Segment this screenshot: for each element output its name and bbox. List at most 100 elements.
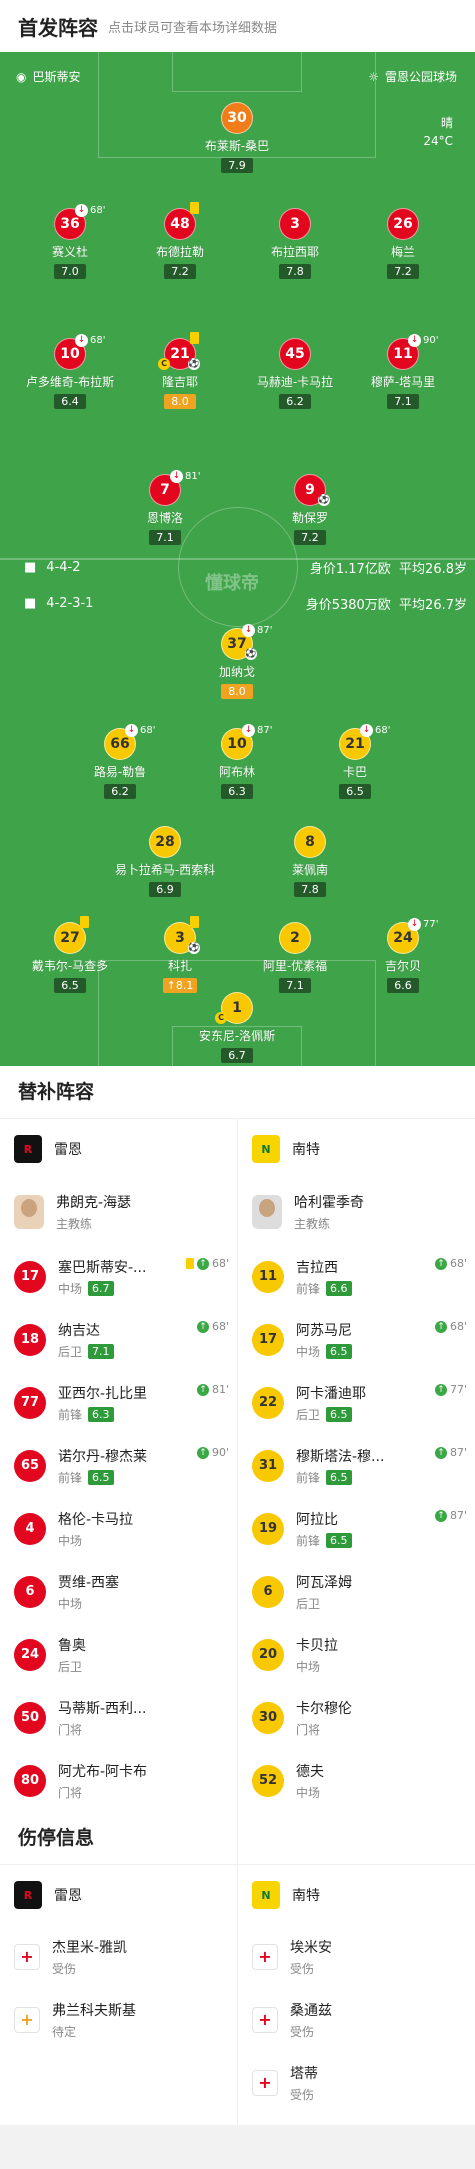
player-home[interactable]: 30 布莱斯-桑巴 7.9 xyxy=(172,102,302,173)
yellow-card-icon xyxy=(190,202,199,214)
injury-row[interactable]: + 杰里米-雅凯 受伤 xyxy=(0,1925,237,1988)
injury-row[interactable]: + 埃米安 受伤 xyxy=(238,1925,475,1988)
sub-out-icon: ↓ xyxy=(125,724,138,737)
sub-event-time: 87' xyxy=(449,1446,467,1459)
sub-player-row[interactable]: 31 穆斯塔法-穆... 前锋 6.5 ↑ 87' xyxy=(238,1434,475,1497)
sub-player-position-row: 中场 xyxy=(296,1784,324,1801)
player-home[interactable]: 48 布德拉勒 7.2 xyxy=(115,202,245,279)
player-away[interactable]: 66 ↓ 68' 路易-勒鲁 6.2 xyxy=(55,724,185,799)
sub-player-row[interactable]: 50 马蒂斯-西利... 门将 xyxy=(0,1686,237,1749)
sub-event-time: 90' xyxy=(211,1446,229,1459)
sub-player-row[interactable]: 18 纳吉达 后卫 7.1 ↑ 68' xyxy=(0,1308,237,1371)
injured-player-name: 弗兰科夫斯基 xyxy=(52,2002,136,2019)
home-coach-row[interactable]: 弗朗克-海瑟 主教练 xyxy=(0,1179,237,1245)
sub-player-row[interactable]: 11 吉拉西 前锋 6.6 ↑ 68' xyxy=(238,1245,475,1308)
player-circle: 37 ↓ 87' ⚽ xyxy=(221,624,272,660)
injury-row[interactable]: + 桑通兹 受伤 xyxy=(238,1988,475,2051)
player-away[interactable]: 37 ↓ 87' ⚽ 加纳戈 8.0 xyxy=(172,624,302,699)
away-team-row: N 南特 xyxy=(238,1119,475,1179)
injured-player-name: 杰里米-雅凯 xyxy=(52,1939,128,1956)
sub-player-row[interactable]: 6 阿瓦泽姆 后卫 xyxy=(238,1560,475,1623)
home-team-name: 巴斯蒂安 xyxy=(32,70,81,84)
player-away[interactable]: 3 ⚽ 科扎 ↑8.1 xyxy=(115,916,245,993)
injury-row[interactable]: + 弗兰科夫斯基 待定 xyxy=(0,1988,237,2051)
player-name: 布莱斯-桑巴 xyxy=(204,139,270,153)
sub-player-row[interactable]: 80 阿尤布-阿卡布 门将 xyxy=(0,1749,237,1812)
player-home[interactable]: 7 ↓ 81' 恩博洛 7.1 xyxy=(100,470,230,545)
sub-player-position-row: 中场 xyxy=(58,1532,133,1549)
sub-player-row[interactable]: 17 塞巴斯蒂安-... 中场 6.7 ↑ 68' xyxy=(0,1245,237,1308)
player-away[interactable]: 21 ↓ 68' 卡巴 6.5 xyxy=(290,724,420,799)
player-away[interactable]: 24 ↓ 77' 吉尔贝 6.6 xyxy=(338,918,468,993)
injury-row[interactable]: + 塔蒂 受伤 xyxy=(238,2051,475,2114)
sub-out-icon: ↓ xyxy=(242,624,255,637)
player-name: 路易-勒鲁 xyxy=(93,765,147,779)
away-coach-row[interactable]: 哈利霍季奇 主教练 xyxy=(238,1179,475,1245)
captain-icon: C xyxy=(158,358,170,370)
player-away[interactable]: 10 ↓ 87' 阿布林 6.3 xyxy=(172,724,302,799)
sub-player-row[interactable]: 24 鲁奥 后卫 xyxy=(0,1623,237,1686)
away-value: 身价5380万欧 xyxy=(305,598,391,613)
sub-player-number: 6 xyxy=(14,1575,46,1608)
sub-player-row[interactable]: 20 卡贝拉 中场 xyxy=(238,1623,475,1686)
injury-title: 伤停信息 xyxy=(18,1827,95,1849)
player-rating: 8.0 xyxy=(164,394,196,409)
sub-in-icon: ↑ xyxy=(434,1446,447,1459)
sub-player-row[interactable]: 4 格伦-卡马拉 中场 xyxy=(0,1497,237,1560)
sub-player-position-row: 中场 6.5 xyxy=(296,1343,352,1360)
yellow-card-icon xyxy=(80,916,89,928)
sub-player-row[interactable]: 22 阿卡潘迪耶 后卫 6.5 ↑ 77' xyxy=(238,1371,475,1434)
footer xyxy=(0,2125,475,2169)
sub-player-row[interactable]: 77 亚西尔-扎比里 前锋 6.3 ↑ 81' xyxy=(0,1371,237,1434)
lineup-header: 首发阵容 点击球员可查看本场详细数据 xyxy=(0,0,475,52)
player-rating: 7.8 xyxy=(279,264,311,279)
player-circle: 10 ↓ 87' xyxy=(221,724,272,760)
sub-player-position: 中场 xyxy=(58,1281,83,1296)
subs-section: 替补阵容 R 雷恩 弗朗克-海瑟 主教练 17 塞巴斯蒂安-... 中场 6.7 ↑ 68'… xyxy=(0,1066,475,1869)
home-formation: 4-4-2 xyxy=(46,560,81,575)
sub-player-position: 中场 xyxy=(58,1533,83,1548)
player-away[interactable]: 1 C 安东尼-洛佩斯 6.7 xyxy=(172,992,302,1063)
sub-player-name: 阿苏马尼 xyxy=(296,1322,352,1339)
sub-event-time: 68' xyxy=(449,1320,467,1333)
player-home[interactable]: 26 梅兰 7.2 xyxy=(338,208,468,279)
sub-player-position: 门将 xyxy=(58,1722,83,1737)
sub-time: 87' xyxy=(257,625,273,636)
player-home[interactable]: 9 ⚽ 勒保罗 7.2 xyxy=(245,474,375,545)
top-goal-box xyxy=(172,52,302,92)
sub-player-number: 31 xyxy=(252,1449,284,1482)
sub-player-number: 77 xyxy=(14,1386,46,1419)
sub-player-name: 卡贝拉 xyxy=(296,1637,338,1654)
player-home[interactable]: 11 ↓ 90' 穆萨-塔马里 7.1 xyxy=(338,334,468,409)
player-rating-value: 6.5 xyxy=(346,785,364,798)
sub-player-name: 贾维-西塞 xyxy=(58,1574,120,1591)
player-name: 加纳戈 xyxy=(218,665,255,679)
player-circle: 28 xyxy=(149,826,181,858)
sub-player-row[interactable]: 30 卡尔穆伦 门将 xyxy=(238,1686,475,1749)
sub-player-row[interactable]: 65 诺尔丹-穆杰莱 前锋 6.5 ↑ 90' xyxy=(0,1434,237,1497)
player-rating-value: 6.5 xyxy=(61,979,79,992)
player-away[interactable]: 8 莱佩南 7.8 xyxy=(245,826,375,897)
sub-player-row[interactable]: 6 贾维-西塞 中场 xyxy=(0,1560,237,1623)
sub-time: 68' xyxy=(375,725,391,736)
player-home[interactable]: 21 ⚽ C 隆吉耶 8.0 xyxy=(115,332,245,409)
temperature: 24°C xyxy=(423,134,453,148)
medical-kit-icon: + xyxy=(252,2006,278,2033)
injury-status: 待定 xyxy=(52,2024,77,2039)
pitch: 懂球帝 ◉ 巴斯蒂安 ☼ 雷恩公园球场 晴 24°C ■ 4-4-2 身价1.17… xyxy=(0,52,475,1066)
weather: 晴 24°C xyxy=(423,114,453,150)
sub-player-row[interactable]: 17 阿苏马尼 中场 6.5 ↑ 68' xyxy=(238,1308,475,1371)
sub-player-position: 前锋 xyxy=(296,1533,321,1548)
sub-player-name: 穆斯塔法-穆... xyxy=(296,1448,385,1465)
sub-player-row[interactable]: 52 德夫 中场 xyxy=(238,1749,475,1812)
sub-player-number: 17 xyxy=(14,1260,46,1293)
sub-out-icon: ↓ xyxy=(408,334,421,347)
venue-name: 雷恩公园球场 xyxy=(384,70,457,84)
sub-player-name: 阿尤布-阿卡布 xyxy=(58,1763,148,1780)
yellow-card-icon xyxy=(190,332,199,344)
sub-time: 68' xyxy=(140,725,156,736)
sub-player-number: 50 xyxy=(14,1701,46,1734)
player-circle: 7 ↓ 81' xyxy=(149,470,200,506)
sub-player-row[interactable]: 19 阿拉比 前锋 6.5 ↑ 87' xyxy=(238,1497,475,1560)
player-away[interactable]: 28 易卜拉希马-西索科 6.9 xyxy=(100,826,230,897)
